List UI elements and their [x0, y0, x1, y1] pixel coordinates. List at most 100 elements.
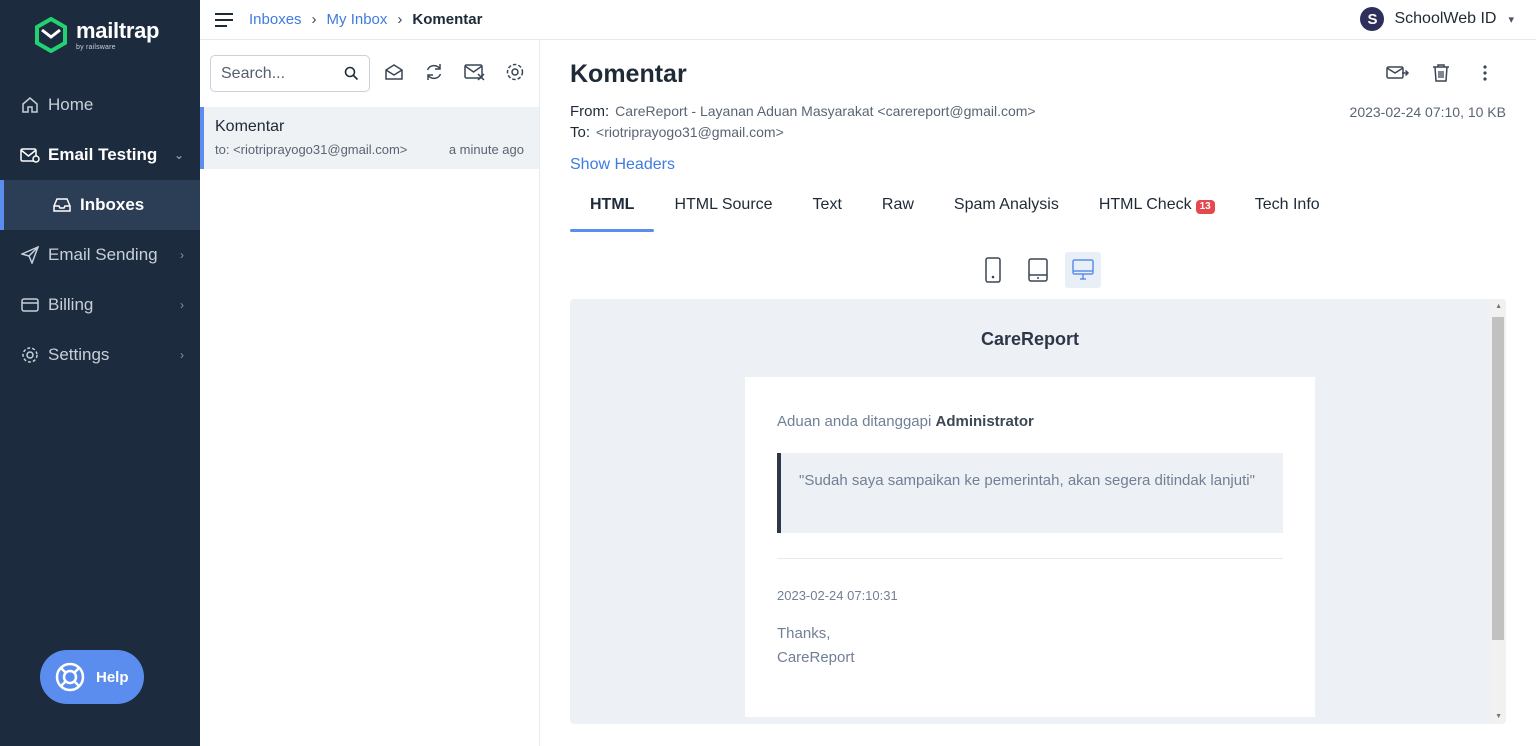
breadcrumb: Inboxes › My Inbox › Komentar [249, 11, 482, 28]
message-meta: 2023-02-24 07:10, 10 KB [1349, 104, 1506, 120]
scroll-up-icon[interactable]: ▲ [1495, 303, 1502, 310]
responder-name: Administrator [935, 413, 1034, 430]
tablet-view-icon[interactable] [1020, 252, 1056, 288]
settings-icon [20, 345, 40, 365]
message-list-panel: Komentar to: <riotriprayogo31@gmail.com>… [200, 40, 540, 746]
top-bar: Inboxes › My Inbox › Komentar S SchoolWe… [200, 0, 1536, 40]
tab-html-source[interactable]: HTML Source [654, 196, 792, 232]
tab-label: Raw [881, 196, 914, 213]
sidebar-item-label: Home [48, 95, 94, 114]
from-value: CareReport - Layanan Aduan Masyarakat <c… [615, 103, 1036, 119]
sidebar-item-label: Inboxes [80, 195, 145, 214]
breadcrumb-current: Komentar [412, 11, 483, 28]
sidebar-item-label: Settings [48, 345, 110, 364]
email-testing-icon [20, 145, 40, 165]
app-root: mailtrap by railsware Home Email Testing… [0, 0, 1536, 746]
chevron-right-icon: › [180, 348, 184, 362]
tab-html-check[interactable]: HTML Check 13 [1079, 196, 1235, 232]
mailtrap-logo[interactable]: mailtrap by railsware [34, 17, 159, 53]
inbox-icon [52, 195, 72, 215]
sidebar-item-label: Email Testing [48, 145, 158, 164]
breadcrumb-inboxes[interactable]: Inboxes [249, 11, 302, 28]
message-title: Komentar [570, 60, 687, 88]
sidebar-item-inboxes[interactable]: Inboxes [0, 180, 200, 230]
tab-html[interactable]: HTML [570, 196, 655, 232]
chevron-down-icon: ⌄ [173, 148, 184, 162]
tab-label: Tech Info [1254, 196, 1320, 213]
show-headers-link[interactable]: Show Headers [570, 156, 675, 174]
sidebar-item-email-testing[interactable]: Email Testing ⌄ [0, 130, 200, 180]
search-icon[interactable] [344, 66, 359, 81]
avatar: S [1360, 7, 1385, 31]
home-icon [20, 95, 40, 115]
forward-icon[interactable] [1386, 63, 1410, 83]
tab-tech-info[interactable]: Tech Info [1235, 196, 1340, 232]
search-input[interactable] [221, 64, 341, 83]
desktop-view-icon[interactable] [1065, 252, 1101, 288]
sidebar-item-label: Billing [48, 295, 94, 314]
signature-line: CareReport [777, 649, 855, 666]
mark-read-icon[interactable] [384, 62, 404, 82]
to-label: To: [570, 124, 591, 141]
breadcrumb-separator-icon: › [311, 11, 317, 28]
chevron-down-icon: ▾ [1508, 13, 1514, 26]
more-icon[interactable] [1480, 63, 1490, 83]
chevron-right-icon: › [180, 298, 184, 312]
sidebar-item-settings[interactable]: Settings › [0, 330, 200, 380]
sidebar: mailtrap by railsware Home Email Testing… [0, 0, 200, 746]
logo-name: mailtrap [76, 17, 160, 43]
send-icon [20, 245, 40, 265]
to-line: To: <riotriprayogo31@gmail.com> [570, 124, 784, 141]
account-name: SchoolWeb ID [1394, 10, 1497, 27]
tab-label: HTML [590, 196, 635, 213]
message-subject: Komentar [215, 118, 285, 135]
intro-text: Aduan anda ditanggapi [777, 413, 932, 430]
billing-icon [20, 295, 40, 315]
chevron-right-icon: › [180, 248, 184, 262]
email-brand: CareReport [980, 329, 1080, 349]
sidebar-item-home[interactable]: Home [0, 80, 200, 130]
gear-icon[interactable] [505, 62, 525, 82]
tab-label: HTML Source [674, 196, 773, 213]
email-date: 2023-02-24 07:10:31 [777, 588, 898, 603]
account-menu[interactable]: S SchoolWeb ID ▾ [1360, 7, 1514, 31]
sidebar-item-email-sending[interactable]: Email Sending › [0, 230, 200, 280]
tab-spam-analysis[interactable]: Spam Analysis [934, 196, 1079, 232]
to-value: <riotriprayogo31@gmail.com> [596, 124, 784, 140]
lifebuoy-icon [54, 661, 86, 693]
email-intro: Aduan anda ditanggapi Administrator [777, 413, 1034, 430]
html-check-badge: 13 [1195, 200, 1215, 214]
from-line: From: CareReport - Layanan Aduan Masyarak… [570, 103, 1036, 120]
sidebar-item-billing[interactable]: Billing › [0, 280, 200, 330]
scrollbar-thumb[interactable] [1492, 317, 1504, 640]
logo-subtitle: by railsware [76, 43, 116, 51]
email-preview: CareReport Aduan anda ditanggapi Adminis… [570, 299, 1506, 724]
view-tabs: HTML HTML Source Text Raw Spam Analysis … [570, 196, 1340, 232]
thanks-line: Thanks, [777, 625, 831, 642]
mailtrap-logo-icon [35, 17, 67, 53]
help-label: Help [96, 668, 129, 686]
message-time: a minute ago [448, 142, 524, 157]
scrollbar[interactable]: ▲ ▼ [1490, 299, 1506, 724]
sidebar-item-label: Email Sending [48, 245, 158, 264]
tab-raw[interactable]: Raw [862, 196, 934, 232]
email-card: Aduan anda ditanggapi Administrator "Sud… [745, 377, 1315, 717]
message-recipient: to: <riotriprayogo31@gmail.com> [215, 142, 408, 157]
clear-inbox-icon[interactable] [464, 62, 486, 82]
email-signoff: Thanks, CareReport [777, 622, 855, 670]
email-quote: "Sudah saya sampaikan ke pemerintah, aka… [777, 453, 1283, 533]
help-button[interactable]: Help [40, 650, 144, 704]
trash-icon[interactable] [1432, 63, 1450, 83]
menu-icon[interactable] [215, 12, 233, 27]
refresh-icon[interactable] [424, 62, 444, 82]
from-label: From: [570, 103, 610, 120]
tab-label: Spam Analysis [953, 196, 1059, 213]
message-detail: Komentar From: CareReport - Layanan Aduan… [540, 40, 1536, 746]
tab-text[interactable]: Text [793, 196, 862, 232]
scroll-down-icon[interactable]: ▼ [1495, 713, 1502, 720]
message-list-item[interactable]: Komentar to: <riotriprayogo31@gmail.com>… [200, 107, 539, 169]
breadcrumb-my-inbox[interactable]: My Inbox [327, 11, 388, 28]
mobile-view-icon[interactable] [975, 252, 1011, 288]
breadcrumb-separator-icon: › [397, 11, 403, 28]
tab-label: HTML Check [1098, 196, 1192, 213]
